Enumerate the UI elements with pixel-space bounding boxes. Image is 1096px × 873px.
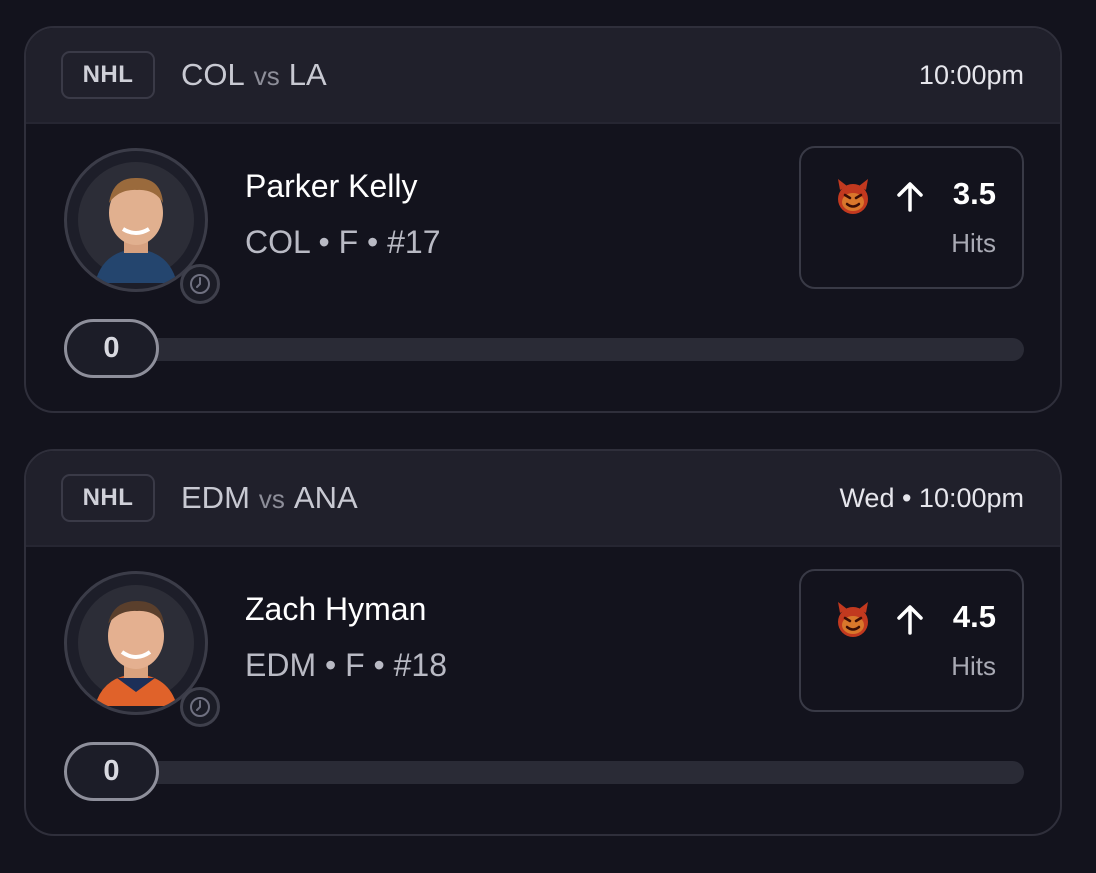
card-header: NHL EDM vs ANA Wed • 10:00pm	[26, 451, 1060, 547]
clock-icon	[180, 264, 220, 304]
player-avatar-wrap[interactable]	[64, 148, 220, 304]
league-badge: NHL	[61, 474, 155, 522]
progress-track	[104, 338, 1024, 361]
home-team: EDM	[181, 480, 250, 515]
card-body: Parker Kelly COL • F • #17 3.5 Hits 0	[26, 124, 1060, 411]
league-badge: NHL	[61, 51, 155, 99]
devil-icon	[838, 602, 868, 637]
arrow-up-icon	[897, 605, 923, 635]
progress-track	[104, 761, 1024, 784]
progress-value: 0	[64, 742, 159, 801]
player-avatar-wrap[interactable]	[64, 571, 220, 727]
vs-label: vs	[258, 484, 285, 514]
arrow-up-icon	[897, 182, 923, 212]
player-headshot	[78, 162, 194, 283]
progress-value: 0	[64, 319, 159, 378]
player-meta: EDM • F • #18	[245, 647, 448, 683]
away-team: LA	[288, 57, 327, 92]
prop-card[interactable]: NHL EDM vs ANA Wed • 10:00pm Zach Hyman …	[24, 449, 1062, 836]
pick-box[interactable]: 4.5 Hits	[799, 569, 1024, 712]
player-headshot	[78, 585, 194, 706]
pick-box[interactable]: 3.5 Hits	[799, 146, 1024, 289]
line-value: 4.5	[952, 599, 996, 634]
card-header: NHL COL vs LA 10:00pm	[26, 28, 1060, 124]
matchup: EDM vs ANA	[181, 480, 358, 516]
line-value: 3.5	[952, 176, 996, 211]
devil-icon	[838, 179, 868, 214]
clock-icon	[180, 687, 220, 727]
player-name[interactable]: Zach Hyman	[245, 591, 426, 628]
matchup: COL vs LA	[181, 57, 327, 93]
player-name[interactable]: Parker Kelly	[245, 168, 418, 205]
vs-label: vs	[253, 61, 280, 91]
player-meta: COL • F • #17	[245, 224, 441, 260]
away-team: ANA	[293, 480, 358, 515]
game-time: Wed • 10:00pm	[839, 482, 1024, 513]
home-team: COL	[181, 57, 245, 92]
prop-card[interactable]: NHL COL vs LA 10:00pm Parker Kelly COL •…	[24, 26, 1062, 413]
game-time: 10:00pm	[918, 59, 1024, 90]
card-body: Zach Hyman EDM • F • #18 4.5 Hits 0	[26, 547, 1060, 834]
stat-label: Hits	[951, 651, 996, 681]
stat-label: Hits	[951, 228, 996, 258]
